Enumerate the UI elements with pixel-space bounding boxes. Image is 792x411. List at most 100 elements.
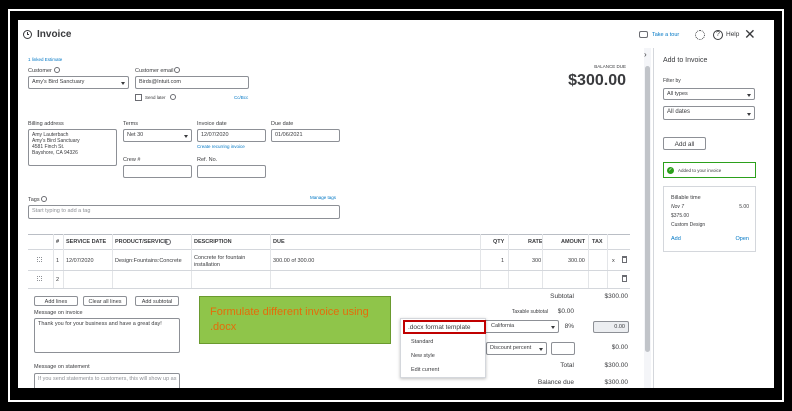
drag-handle-icon[interactable] (37, 257, 42, 262)
trash-icon[interactable] (622, 275, 627, 282)
send-later-label: Send later (145, 95, 166, 100)
date-filter-value: All dates (667, 109, 691, 115)
discount-value-field[interactable] (551, 342, 575, 355)
annotation-text: Formulate different invoice using .docx (210, 306, 369, 333)
subtotal-value: $300.00 (604, 293, 629, 300)
row-tax-checkbox[interactable]: x (612, 258, 615, 264)
invoice-window: Invoice Take a tour ? Help ✕ 1 linked Es… (18, 20, 774, 388)
row-service-date[interactable]: 12/07/2020 (66, 258, 94, 264)
help-icon[interactable]: ? (713, 30, 723, 40)
cc-bcc-link[interactable]: Cc/Bcc (234, 95, 248, 100)
crew-field[interactable] (123, 165, 192, 178)
close-icon[interactable]: ✕ (744, 27, 756, 41)
discount-type-select[interactable]: Discount percent (486, 342, 547, 355)
trash-icon[interactable] (622, 256, 627, 263)
tags-input[interactable]: Start typing to add a tag (28, 205, 340, 219)
ref-field[interactable] (197, 165, 266, 178)
drag-handle-icon[interactable] (37, 276, 42, 281)
terms-select[interactable]: Net 30 (123, 129, 192, 142)
message-statement-label: Message on statement (34, 364, 90, 370)
due-date-label: Due date (271, 121, 294, 127)
card-open-link[interactable]: Open (736, 236, 749, 242)
col-num: # (56, 239, 60, 245)
tax-location: California (491, 323, 515, 329)
customer-select[interactable]: Amy's Bird Sanctuary (28, 76, 129, 89)
info-icon (170, 94, 176, 100)
scrollbar-thumb[interactable] (645, 66, 650, 352)
due-date-field[interactable]: 01/06/2021 (271, 129, 340, 142)
card-title: Billable time (671, 195, 701, 201)
row-description[interactable]: Concrete for fountain (194, 255, 245, 261)
tax-amount-field[interactable]: 0.00 (593, 321, 629, 333)
main-scrollbar[interactable] (644, 48, 651, 388)
template-selected-value: .docx format template (408, 324, 471, 331)
date-filter-select[interactable]: All dates (663, 106, 755, 120)
message-statement-field[interactable]: If you send statements to customers, thi… (34, 373, 180, 388)
col-qty: QTY (493, 239, 505, 245)
balance-due-summary-value: $300.00 (604, 379, 629, 386)
row-num: 2 (56, 277, 60, 283)
discount-value: $0.00 (611, 344, 628, 351)
card-total: $375.00 (671, 213, 690, 219)
create-recurring-link[interactable]: Create recurring invoice (197, 144, 245, 149)
col-product: PRODUCT/SERVICE (115, 239, 168, 245)
tax-rate-select[interactable]: California (480, 320, 559, 333)
row-description[interactable]: installation (194, 262, 220, 268)
row-amount[interactable]: 300.00 (568, 258, 585, 264)
ref-label: Ref. No. (197, 157, 218, 163)
col-divider (112, 234, 113, 289)
email-field[interactable]: Birds@Intuit.com (135, 76, 249, 89)
filter-label: Filter by (663, 78, 681, 84)
card-date: Nov 7 (671, 204, 685, 210)
invoice-date-label: Invoice date (197, 121, 227, 127)
row-rate[interactable]: 300 (532, 258, 541, 264)
tour-icon[interactable] (639, 31, 648, 38)
annotation-callout: Formulate different invoice using .docx (199, 296, 391, 344)
col-description: DESCRIPTION (194, 239, 232, 245)
tags-label: Tags (28, 197, 40, 203)
balance-due-label: BALANCE DUE (594, 64, 626, 69)
billing-address-field[interactable]: Amy Lauterbach Amy's Bird Sanctuary 4581… (28, 129, 117, 166)
col-rate: RATE (528, 239, 543, 245)
chevron-down-icon (551, 325, 555, 331)
type-filter-select[interactable]: All types (663, 88, 755, 100)
template-option-edit-current[interactable]: Edit current (401, 367, 485, 373)
total-label: Total (560, 362, 574, 369)
info-icon (54, 67, 60, 73)
message-invoice-field[interactable]: Thank you for your business and have a g… (34, 318, 180, 353)
manage-tags-link[interactable]: Manage tags (310, 195, 336, 200)
add-lines-button[interactable]: Add lines (34, 296, 78, 306)
discount-type-value: Discount percent (490, 345, 532, 351)
col-divider (588, 234, 589, 289)
take-tour-link[interactable]: Take a tour (652, 32, 679, 38)
clear-all-lines-button[interactable]: Clear all lines (83, 296, 127, 306)
template-option-new-style[interactable]: New style (401, 353, 485, 359)
send-later-checkbox[interactable] (135, 94, 142, 101)
template-option-standard[interactable]: Standard (401, 339, 485, 345)
col-divider (63, 234, 64, 289)
table-header-border (28, 249, 630, 250)
row-border (28, 288, 630, 289)
row-product[interactable]: Design:Fountains:Concrete (115, 258, 182, 264)
add-subtotal-button[interactable]: Add subtotal (135, 296, 179, 306)
col-divider (270, 234, 271, 289)
message-invoice-label: Message on invoice (34, 310, 83, 316)
taxable-subtotal-value: $0.00 (557, 308, 574, 315)
help-label[interactable]: Help (726, 31, 739, 38)
side-panel-title: Add to Invoice (663, 57, 708, 64)
linked-estimate-link[interactable]: 1 linked Estimate (28, 57, 62, 62)
billing-label: Billing address (28, 121, 64, 127)
card-description: Custom Design (671, 222, 706, 228)
tax-rate-value: 8% (564, 323, 574, 330)
balance-due-summary-label: Balance due (537, 379, 574, 386)
gear-icon[interactable] (695, 30, 705, 40)
add-all-button[interactable]: Add all (663, 137, 706, 150)
chevron-right-icon[interactable]: › (644, 50, 647, 59)
card-add-link[interactable]: Add (671, 236, 681, 242)
history-icon[interactable] (23, 30, 32, 39)
check-icon: ✓ (667, 167, 674, 174)
template-select[interactable]: .docx format template (403, 320, 486, 334)
invoice-date-field[interactable]: 12/07/2020 (197, 129, 266, 142)
chevron-down-icon (747, 112, 751, 118)
row-qty[interactable]: 1 (501, 258, 504, 264)
